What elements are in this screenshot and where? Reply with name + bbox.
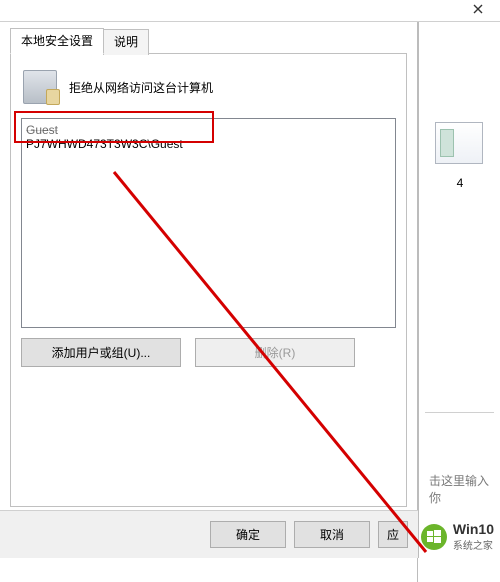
dialog-body: 本地安全设置 说明 拒绝从网络访问这台计算机 Guest PJ7WHWD473T…: [0, 22, 418, 582]
watermark-line2: 系统之家: [453, 537, 494, 552]
divider: [425, 412, 494, 413]
computer-icon: [23, 70, 57, 104]
thumbnail-label: 4: [419, 176, 500, 190]
cancel-button[interactable]: 取消: [294, 521, 370, 548]
policy-title: 拒绝从网络访问这台计算机: [69, 79, 213, 96]
tab-explain[interactable]: 说明: [103, 29, 149, 55]
windows-logo-icon: [421, 524, 447, 550]
listbox-buttons: 添加用户或组(U)... 删除(R): [21, 338, 396, 367]
tabstrip: 本地安全设置 说明: [10, 28, 417, 54]
add-user-or-group-button[interactable]: 添加用户或组(U)...: [21, 338, 181, 367]
tab-panel: 拒绝从网络访问这台计算机 Guest PJ7WHWD473T3W3C\Guest…: [10, 53, 407, 507]
titlebar: [0, 0, 500, 22]
apply-button[interactable]: 应: [378, 521, 408, 548]
input-placeholder-hint: 击这里输入你: [429, 472, 500, 506]
tab-local-security[interactable]: 本地安全设置: [10, 28, 104, 54]
watermark-text: Win10 系统之家: [453, 521, 494, 552]
thumbnail-icon[interactable]: [435, 122, 483, 164]
remove-button: 删除(R): [195, 338, 355, 367]
background-pane: 4 击这里输入你: [418, 22, 500, 558]
dialog-footer: 确定 取消 应: [0, 510, 418, 558]
list-item[interactable]: Guest: [26, 123, 391, 137]
user-listbox[interactable]: Guest PJ7WHWD473T3W3C\Guest: [21, 118, 396, 328]
watermark: Win10 系统之家: [421, 521, 494, 552]
ok-button[interactable]: 确定: [210, 521, 286, 548]
list-item[interactable]: PJ7WHWD473T3W3C\Guest: [26, 137, 391, 151]
watermark-line1: Win10: [453, 521, 494, 537]
policy-header: 拒绝从网络访问这台计算机: [21, 64, 396, 118]
close-icon[interactable]: [458, 0, 498, 18]
